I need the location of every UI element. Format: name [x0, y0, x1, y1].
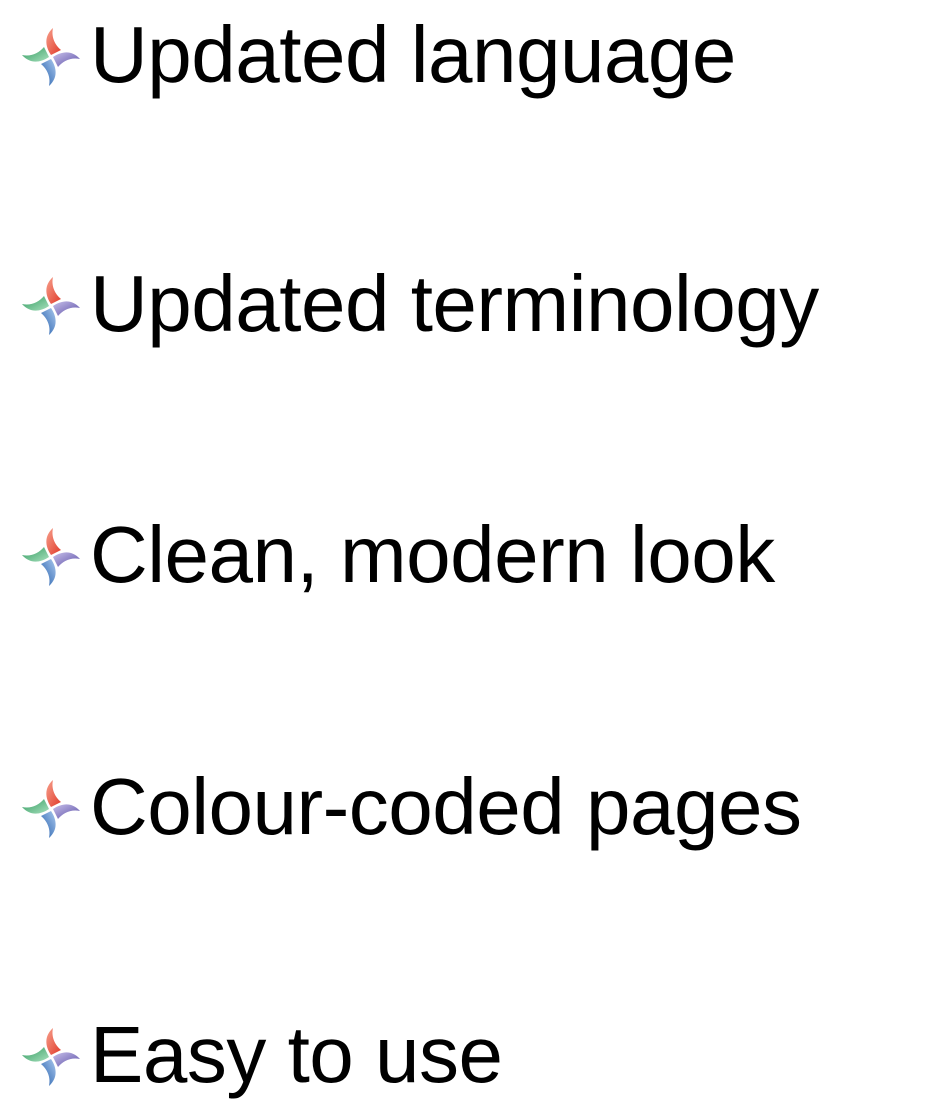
pinwheel-icon: [20, 275, 82, 337]
bullet-text: Colour-coded pages: [90, 762, 802, 851]
list-item: Updated language: [20, 0, 736, 110]
pinwheel-icon: [20, 26, 82, 88]
pinwheel-icon: [20, 526, 82, 588]
list-item: Colour-coded pages: [20, 752, 802, 862]
bullet-text: Updated language: [90, 10, 736, 99]
bullet-text: Updated terminology: [90, 259, 819, 348]
bullet-list: Updated language Updated terminology Cle…: [0, 0, 952, 1099]
bullet-text: Easy to use: [90, 1010, 503, 1099]
list-item: Clean, modern look: [20, 500, 775, 610]
list-item: Updated terminology: [20, 249, 819, 359]
pinwheel-icon: [20, 1026, 82, 1088]
bullet-text: Clean, modern look: [90, 510, 775, 599]
list-item: Easy to use: [20, 1000, 503, 1110]
pinwheel-icon: [20, 778, 82, 840]
